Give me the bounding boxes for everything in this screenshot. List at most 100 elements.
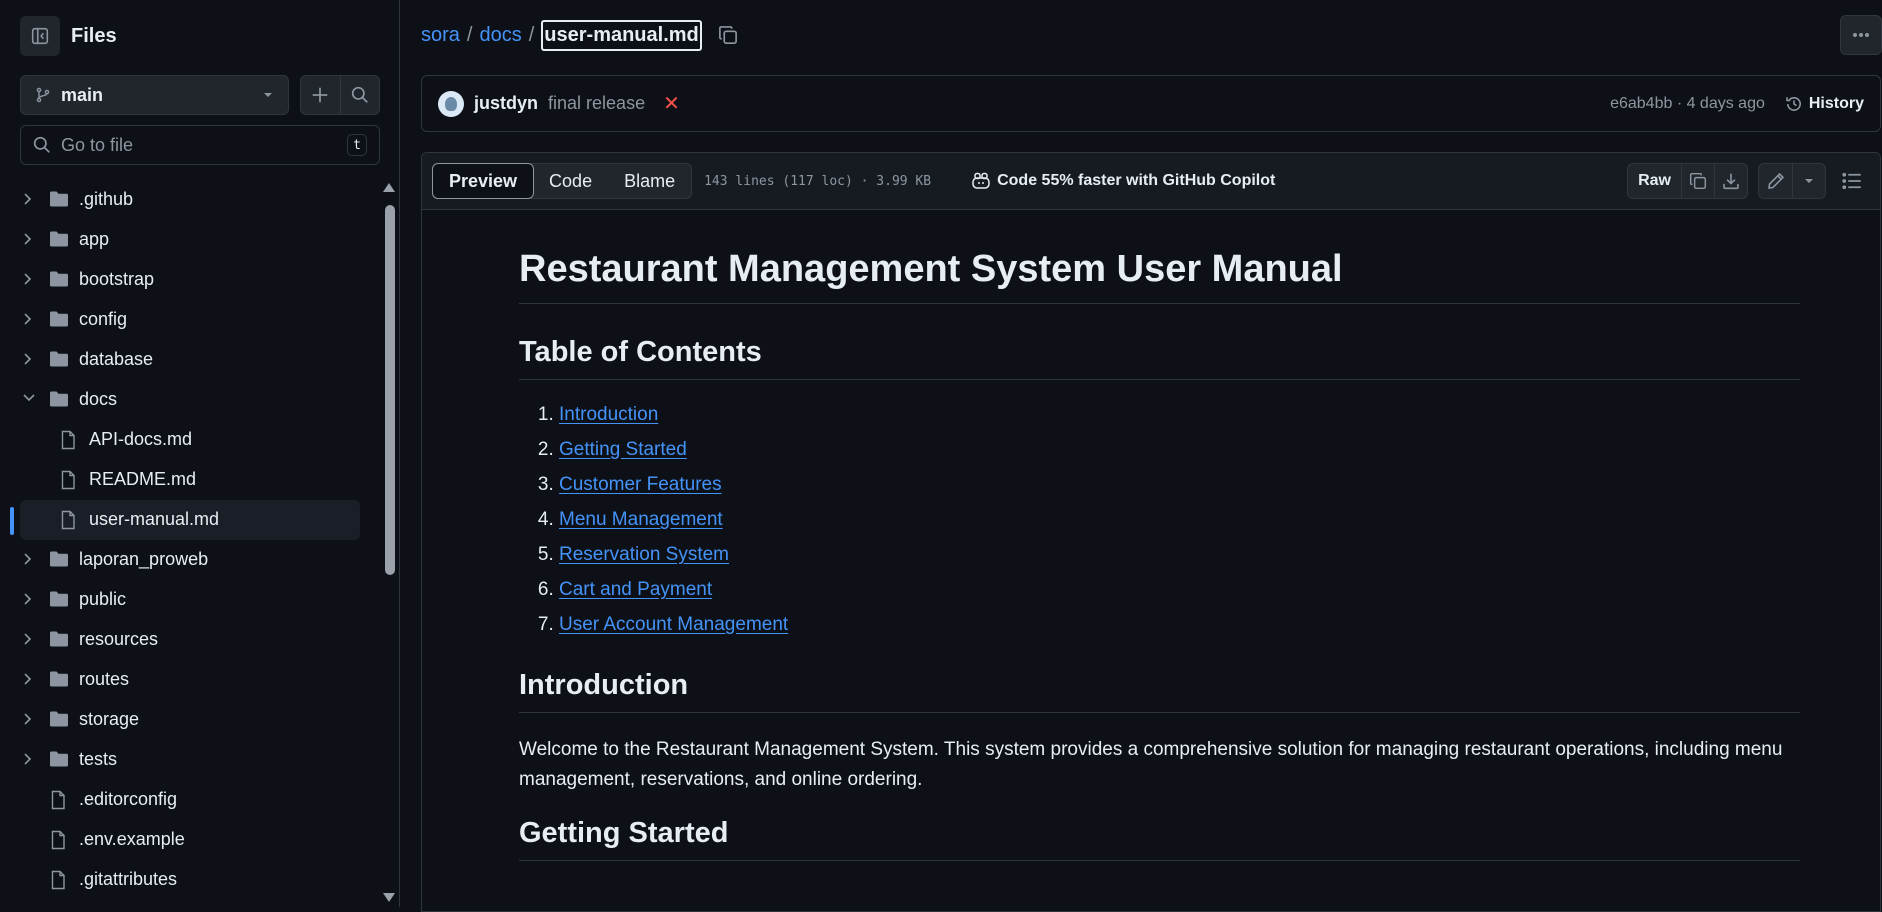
chevron-right-icon[interactable]	[22, 312, 32, 326]
plus-icon	[313, 87, 328, 103]
view-mode-tabs: Preview Code Blame	[432, 163, 693, 199]
breadcrumb-current-file: user-manual.md	[541, 19, 702, 51]
toc-link-user-account-management[interactable]: User Account Management	[559, 614, 788, 635]
tree-item-label: bootstrap	[79, 269, 155, 289]
breadcrumb-folder-link[interactable]: docs	[479, 24, 521, 47]
tree-item-label: .env.example	[79, 829, 185, 849]
toc-link-introduction[interactable]: Introduction	[559, 404, 658, 425]
tab-code[interactable]: Code	[533, 164, 608, 198]
breadcrumb-repo-link[interactable]: sora	[421, 24, 460, 47]
tab-blame[interactable]: Blame	[608, 164, 691, 198]
chevron-right-icon[interactable]	[22, 272, 32, 286]
file-toolbar: Raw	[1627, 163, 1870, 199]
breadcrumb-separator: /	[528, 23, 535, 46]
chevron-down-icon[interactable]	[22, 392, 36, 402]
chevron-right-icon[interactable]	[22, 552, 32, 566]
commit-message[interactable]: final release	[548, 93, 645, 114]
tree-file-user-manual-md[interactable]: user-manual.md	[20, 500, 360, 540]
tree-item-label: config	[79, 309, 128, 329]
tree-folder-routes[interactable]: routes	[0, 660, 380, 700]
go-to-file-box: t	[20, 125, 380, 165]
tree-file-gitattributes[interactable]: .gitattributes	[0, 860, 380, 900]
file-icon	[50, 790, 66, 810]
history-label: History	[1808, 94, 1864, 112]
go-to-file-input[interactable]	[61, 134, 347, 156]
tree-item-label: .editorconfig	[79, 789, 178, 809]
file-icon	[50, 870, 66, 890]
toc-item: Reservation System	[559, 542, 1800, 577]
copy-raw-button[interactable]	[1681, 164, 1714, 198]
file-tree-sidebar: Files main t .github app bootstrap config da…	[0, 0, 400, 907]
folder-icon	[49, 630, 69, 648]
folder-open-icon	[49, 390, 69, 408]
history-icon	[1786, 96, 1801, 111]
sidebar-title: Files	[71, 24, 117, 47]
branch-selector[interactable]: main	[20, 75, 289, 115]
tree-file-readme-md[interactable]: README.md	[0, 460, 380, 500]
pencil-icon	[1767, 172, 1784, 189]
toc-link-getting-started[interactable]: Getting Started	[559, 439, 687, 460]
edit-file-button[interactable]	[1759, 164, 1792, 198]
tree-folder-laporan-proweb[interactable]: laporan_proweb	[0, 540, 380, 580]
toc-item: Menu Management	[559, 507, 1800, 542]
copy-path-button[interactable]	[718, 25, 738, 45]
tree-item-label: README.md	[89, 469, 197, 489]
commit-meta[interactable]: e6ab4bb · 4 days ago	[1610, 95, 1765, 113]
copilot-icon	[972, 172, 990, 189]
search-icon	[33, 136, 50, 153]
collapse-sidebar-button[interactable]	[20, 16, 60, 56]
search-code-button[interactable]	[339, 76, 379, 114]
download-button[interactable]	[1714, 164, 1747, 198]
tree-folder-resources[interactable]: resources	[0, 620, 380, 660]
chevron-right-icon[interactable]	[22, 352, 32, 366]
scrollbar-thumb[interactable]	[385, 205, 395, 575]
sidebar-header: Files	[20, 16, 117, 56]
toc-link-menu-management[interactable]: Menu Management	[559, 509, 723, 530]
commit-author[interactable]: justdyn	[474, 93, 538, 114]
doc-title: Restaurant Management System User Manual	[519, 248, 1800, 304]
toc-link-reservation-system[interactable]: Reservation System	[559, 544, 729, 565]
file-header: Preview Code Blame 143 lines (117 loc) ·…	[422, 153, 1880, 210]
avatar[interactable]	[438, 90, 464, 117]
sidebar-actions	[300, 75, 380, 115]
tree-item-label: database	[79, 349, 154, 369]
tree-folder-bootstrap[interactable]: bootstrap	[0, 260, 380, 300]
tab-preview[interactable]: Preview	[432, 163, 535, 199]
x-icon[interactable]: ✕	[663, 91, 680, 116]
tree-folder-app[interactable]: app	[0, 220, 380, 260]
tree-folder-docs[interactable]: docs	[0, 380, 380, 420]
add-file-button[interactable]	[301, 76, 340, 114]
edit-options-dropdown[interactable]	[1792, 164, 1825, 198]
toc-link-customer-features[interactable]: Customer Features	[559, 474, 722, 495]
search-icon	[351, 86, 368, 103]
chevron-right-icon[interactable]	[22, 752, 32, 766]
file-icon	[50, 830, 66, 850]
chevron-right-icon[interactable]	[22, 672, 32, 686]
outline-button[interactable]	[1834, 172, 1870, 190]
tree-folder-config[interactable]: config	[0, 300, 380, 340]
tree-folder-database[interactable]: database	[0, 340, 380, 380]
tree-file-env-example[interactable]: .env.example	[0, 820, 380, 860]
tree-file-api-docs-md[interactable]: API-docs.md	[0, 420, 380, 460]
tree-folder-tests[interactable]: tests	[0, 740, 380, 780]
tree-file-editorconfig[interactable]: .editorconfig	[0, 780, 380, 820]
tree-folder-public[interactable]: public	[0, 580, 380, 620]
chevron-right-icon[interactable]	[22, 712, 32, 726]
chevron-right-icon[interactable]	[22, 632, 32, 646]
tree-folder-storage[interactable]: storage	[0, 700, 380, 740]
raw-button[interactable]: Raw	[1628, 164, 1681, 198]
file-icon	[60, 430, 76, 450]
chevron-right-icon[interactable]	[22, 192, 32, 206]
more-options-button[interactable]	[1840, 15, 1882, 55]
chevron-right-icon[interactable]	[22, 592, 32, 606]
copilot-promo-link[interactable]: Code 55% faster with GitHub Copilot	[971, 172, 1275, 190]
scroll-up-arrow[interactable]	[383, 183, 395, 192]
folder-icon	[49, 670, 69, 688]
toc-link-cart-and-payment[interactable]: Cart and Payment	[559, 579, 712, 600]
scroll-down-arrow[interactable]	[383, 893, 395, 902]
file-viewer: Preview Code Blame 143 lines (117 loc) ·…	[421, 152, 1881, 912]
tree-folder-github[interactable]: .github	[0, 180, 380, 220]
toc-item: Cart and Payment	[559, 577, 1800, 612]
history-button[interactable]: History	[1785, 95, 1864, 113]
chevron-right-icon[interactable]	[22, 232, 32, 246]
